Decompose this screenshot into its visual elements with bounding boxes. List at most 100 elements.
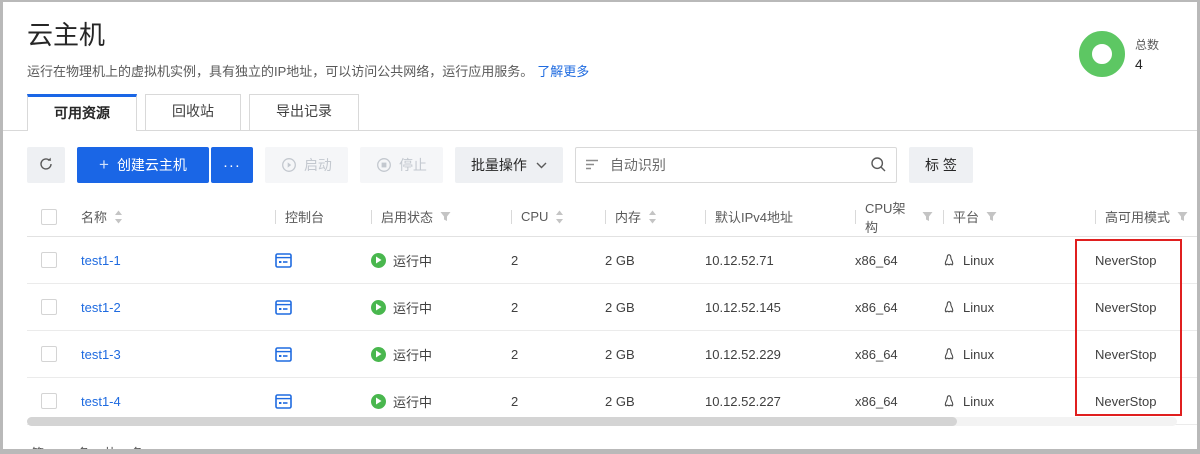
arch-cell: x86_64 [845, 253, 933, 268]
page-title: 云主机 [27, 20, 589, 51]
select-all-checkbox[interactable] [41, 209, 57, 225]
page-subtitle: 运行在物理机上的虚拟机实例，具有独立的IP地址，可以访问公共网络，运行应用服务。… [27, 61, 589, 80]
linux-penguin-icon [943, 394, 956, 409]
tab-export-records[interactable]: 导出记录 [249, 94, 359, 130]
filter-icon[interactable] [922, 211, 933, 222]
column-header-console: 控制台 [265, 197, 361, 236]
column-separator [855, 210, 856, 224]
column-separator [371, 210, 372, 224]
status-text: 运行中 [393, 251, 432, 270]
tag-button[interactable]: 标 签 [909, 147, 973, 183]
ellipsis-icon: ··· [223, 157, 241, 174]
ha-mode-cell: NeverStop [1085, 347, 1188, 362]
column-label: CPU架构 [865, 198, 915, 236]
sort-icon[interactable] [114, 210, 123, 224]
total-donut-chart [1079, 31, 1125, 77]
search-icon[interactable] [870, 156, 887, 178]
column-label: 名称 [81, 207, 107, 226]
platform-text: Linux [963, 253, 994, 268]
column-header-status[interactable]: 启用状态 [361, 197, 501, 236]
tab-available-resources[interactable]: 可用资源 [27, 94, 137, 131]
filter-icon[interactable] [440, 211, 451, 222]
cpu-cell: 2 [501, 300, 595, 315]
stop-label: 停止 [399, 155, 427, 175]
host-name-link[interactable]: test1-3 [81, 347, 121, 362]
total-summary: 总数 4 [1079, 28, 1159, 80]
more-actions-button[interactable]: ··· [211, 147, 253, 183]
refresh-button[interactable] [27, 147, 65, 183]
sort-icon[interactable] [648, 210, 657, 224]
status-text: 运行中 [393, 298, 432, 317]
column-label: 内存 [615, 207, 641, 226]
pagination-text: 第 1 - 4 条，共 4 条 [31, 443, 144, 454]
column-separator [511, 210, 512, 224]
memory-cell: 2 GB [595, 394, 695, 409]
select-all-cell [27, 197, 71, 236]
table-header: 名称 控制台 启用状态 CPU 内存 [27, 197, 1197, 237]
running-status-icon [371, 347, 386, 362]
ipv4-cell: 10.12.52.229 [695, 347, 845, 362]
host-name-link[interactable]: test1-2 [81, 300, 121, 315]
ipv4-cell: 10.12.52.71 [695, 253, 845, 268]
column-header-platform[interactable]: 平台 [933, 197, 1085, 236]
start-label: 启动 [304, 155, 332, 175]
create-host-button[interactable]: + 创建云主机 [77, 147, 209, 183]
column-header-ipv4: 默认IPv4地址 [695, 197, 845, 236]
column-label: 高可用模式 [1105, 207, 1170, 226]
platform-text: Linux [963, 394, 994, 409]
console-icon[interactable] [275, 394, 292, 409]
search-input[interactable] [575, 147, 897, 183]
row-checkbox[interactable] [41, 393, 57, 409]
horizontal-scrollbar-thumb[interactable] [27, 417, 957, 426]
column-header-name[interactable]: 名称 [71, 197, 265, 236]
create-host-label: 创建云主机 [117, 155, 187, 175]
chevron-down-icon [536, 162, 547, 169]
cpu-cell: 2 [501, 253, 595, 268]
stop-button[interactable]: 停止 [360, 147, 443, 183]
table-row: test1-2 运行中 2 2 GB 10.12.52.145 x86_64 L… [27, 284, 1197, 331]
tag-label: 标 签 [925, 155, 957, 175]
memory-cell: 2 GB [595, 347, 695, 362]
column-header-ha-mode[interactable]: 高可用模式 [1085, 197, 1188, 236]
memory-cell: 2 GB [595, 300, 695, 315]
column-separator [943, 210, 944, 224]
ha-mode-cell: NeverStop [1085, 253, 1188, 268]
play-circle-icon [281, 157, 297, 173]
console-icon[interactable] [275, 300, 292, 315]
platform-text: Linux [963, 347, 994, 362]
console-icon[interactable] [275, 347, 292, 362]
column-label: 平台 [953, 207, 979, 226]
toolbar: + 创建云主机 ··· 启动 停止 批量操作 [3, 131, 1197, 183]
column-label: 默认IPv4地址 [715, 207, 793, 226]
host-name-link[interactable]: test1-1 [81, 253, 121, 268]
platform-text: Linux [963, 300, 994, 315]
running-status-icon [371, 253, 386, 268]
total-label: 总数 [1135, 36, 1159, 53]
column-separator [705, 210, 706, 224]
column-header-arch[interactable]: CPU架构 [845, 197, 933, 236]
tab-recycle-bin[interactable]: 回收站 [145, 94, 241, 130]
filter-icon[interactable] [986, 211, 997, 222]
row-checkbox[interactable] [41, 252, 57, 268]
row-checkbox[interactable] [41, 299, 57, 315]
column-header-cpu[interactable]: CPU [501, 197, 595, 236]
page-header: 云主机 运行在物理机上的虚拟机实例，具有独立的IP地址，可以访问公共网络，运行应… [3, 2, 1197, 80]
sort-icon[interactable] [555, 210, 564, 224]
host-name-link[interactable]: test1-4 [81, 394, 121, 409]
cloud-host-page: 云主机 运行在物理机上的虚拟机实例，具有独立的IP地址，可以访问公共网络，运行应… [0, 0, 1200, 454]
table-row: test1-3 运行中 2 2 GB 10.12.52.229 x86_64 L… [27, 331, 1197, 378]
batch-actions-dropdown[interactable]: 批量操作 [455, 147, 563, 183]
horizontal-scrollbar-track[interactable] [27, 417, 1177, 426]
filter-icon[interactable] [1177, 211, 1188, 222]
row-checkbox[interactable] [41, 346, 57, 362]
column-header-memory[interactable]: 内存 [595, 197, 695, 236]
running-status-icon [371, 300, 386, 315]
learn-more-link[interactable]: 了解更多 [537, 64, 589, 79]
arch-cell: x86_64 [845, 394, 933, 409]
table-row: test1-1 运行中 2 2 GB 10.12.52.71 x86_64 Li… [27, 237, 1197, 284]
console-icon[interactable] [275, 253, 292, 268]
column-label: CPU [521, 209, 548, 224]
status-text: 运行中 [393, 392, 432, 411]
start-button[interactable]: 启动 [265, 147, 348, 183]
total-summary-text: 总数 4 [1135, 36, 1159, 72]
